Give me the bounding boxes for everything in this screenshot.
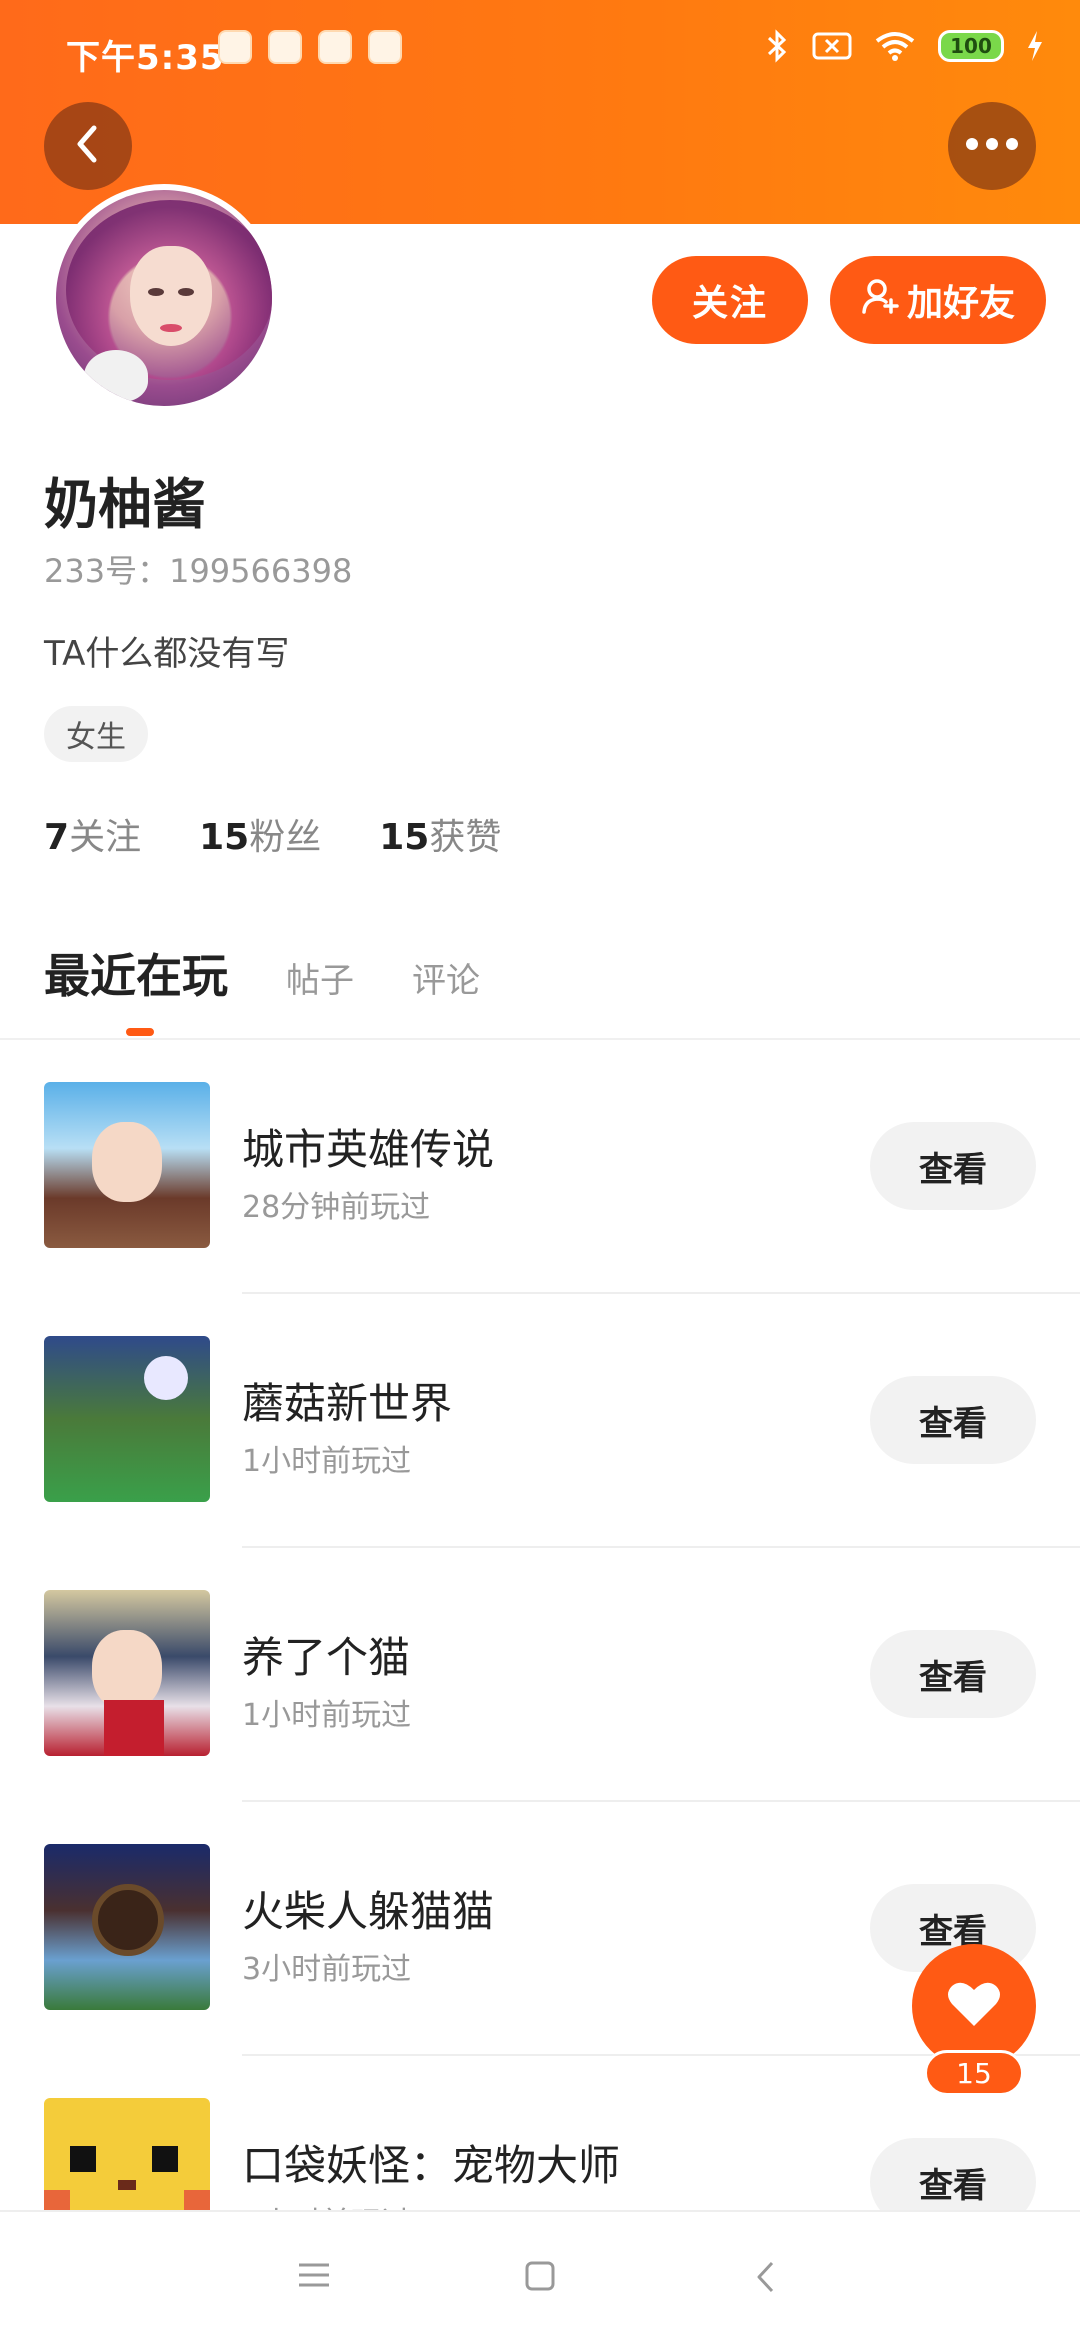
robot-app-icon: [368, 30, 402, 64]
bio: TA什么都没有写: [44, 634, 290, 674]
tab-indicator: [126, 1028, 154, 1036]
game-thumbnail: [44, 1590, 210, 1756]
mi-app-icon: [268, 30, 302, 64]
game-title: 火柴人躲猫猫: [242, 1887, 495, 1936]
notification-icons: [218, 30, 402, 64]
profile-tabs: 最近在玩 帖子 评论: [44, 940, 480, 1006]
system-nav-bar: [0, 2210, 1080, 2340]
avatar-eye: [148, 288, 164, 296]
avatar[interactable]: [50, 184, 278, 412]
game-thumbnail: [44, 2098, 210, 2210]
tab-recent-games[interactable]: 最近在玩: [44, 940, 228, 1006]
back-arrow-icon: [68, 122, 108, 170]
avatar-cat: [84, 350, 148, 402]
bluetooth-icon: [764, 28, 790, 64]
heart-icon: [946, 1979, 1002, 2033]
stat-label: 关注: [69, 817, 142, 858]
like-count-badge: 15: [924, 2050, 1024, 2096]
thumb-gong: [92, 1884, 164, 1956]
mi-app-icon: [218, 30, 252, 64]
back-icon[interactable]: [754, 2260, 778, 2294]
thumb-eye: [152, 2146, 178, 2172]
list-item[interactable]: 蘑菇新世界 1小时前玩过 查看: [0, 1294, 1080, 1548]
stat-label: 获赞: [429, 817, 502, 858]
wifi-icon: [874, 30, 916, 62]
tab-posts[interactable]: 帖子: [286, 953, 354, 1002]
avatar-lips: [160, 324, 182, 332]
stat-likes[interactable]: 15获赞: [379, 808, 501, 860]
charging-icon: [1026, 30, 1044, 62]
stats-row: 7关注 15粉丝 15获赞: [44, 808, 501, 860]
game-thumbnail: [44, 1082, 210, 1248]
game-title: 养了个猫: [242, 1633, 411, 1682]
stat-number: 7: [44, 817, 70, 858]
thumb-character: [92, 1630, 162, 1710]
view-button[interactable]: 查看: [870, 1630, 1036, 1718]
status-time: 下午5:35: [66, 38, 225, 78]
thumb-cheek: [44, 2190, 70, 2210]
game-title: 蘑菇新世界: [242, 1379, 453, 1428]
stat-number: 15: [379, 817, 430, 858]
video-app-icon: [318, 30, 352, 64]
thumb-mushroom: [144, 1356, 188, 1400]
username: 奶柚酱: [44, 473, 206, 536]
user-id: 233号：199566398: [44, 552, 353, 590]
more-button[interactable]: [948, 102, 1036, 190]
sim-icon: [812, 31, 852, 61]
thumb-cheek: [184, 2190, 210, 2210]
more-dots-icon: [964, 136, 1020, 156]
list-item[interactable]: 口袋妖怪：宠物大师 3小时前玩过 查看: [0, 2056, 1080, 2210]
game-played-time: 1小时前玩过: [242, 1444, 412, 1479]
list-item[interactable]: 城市英雄传说 28分钟前玩过 查看: [0, 1040, 1080, 1294]
home-icon[interactable]: [524, 2260, 556, 2292]
gender-tag: 女生: [44, 706, 148, 762]
follow-button[interactable]: 关注: [652, 256, 808, 344]
stat-label: 粉丝: [249, 817, 322, 858]
game-title: 城市英雄传说: [242, 1125, 495, 1174]
thumb-eye: [70, 2146, 96, 2172]
add-user-icon: [861, 276, 901, 325]
game-played-time: 1小时前玩过: [242, 1698, 412, 1733]
view-button[interactable]: 查看: [870, 2138, 1036, 2210]
add-friend-button[interactable]: 加好友: [830, 256, 1046, 344]
game-thumbnail: [44, 1336, 210, 1502]
game-title: 口袋妖怪：宠物大师: [242, 2141, 621, 2190]
status-indicators: 100: [764, 28, 1044, 64]
battery-indicator: 100: [938, 30, 1004, 62]
status-bar: 下午5:35 100: [0, 0, 1080, 100]
back-button[interactable]: [44, 102, 132, 190]
game-played-time: 28分钟前玩过: [242, 1190, 431, 1225]
menu-icon[interactable]: [296, 2260, 332, 2290]
thumb-mouth: [118, 2180, 136, 2190]
game-played-time: 3小时前玩过: [242, 1952, 412, 1987]
stat-following[interactable]: 7关注: [44, 808, 141, 860]
thumb-character: [92, 1122, 162, 1202]
list-item[interactable]: 养了个猫 1小时前玩过 查看: [0, 1548, 1080, 1802]
view-button[interactable]: 查看: [870, 1122, 1036, 1210]
view-button[interactable]: 查看: [870, 1376, 1036, 1464]
stat-number: 15: [199, 817, 250, 858]
add-friend-label: 加好友: [906, 283, 1015, 324]
avatar-eye: [178, 288, 194, 296]
stat-fans[interactable]: 15粉丝: [199, 808, 321, 860]
thumb-dress: [104, 1700, 164, 1756]
game-thumbnail: [44, 1844, 210, 2010]
game-played-time: 3小时前玩过: [242, 2198, 411, 2210]
tab-comments[interactable]: 评论: [412, 953, 480, 1002]
